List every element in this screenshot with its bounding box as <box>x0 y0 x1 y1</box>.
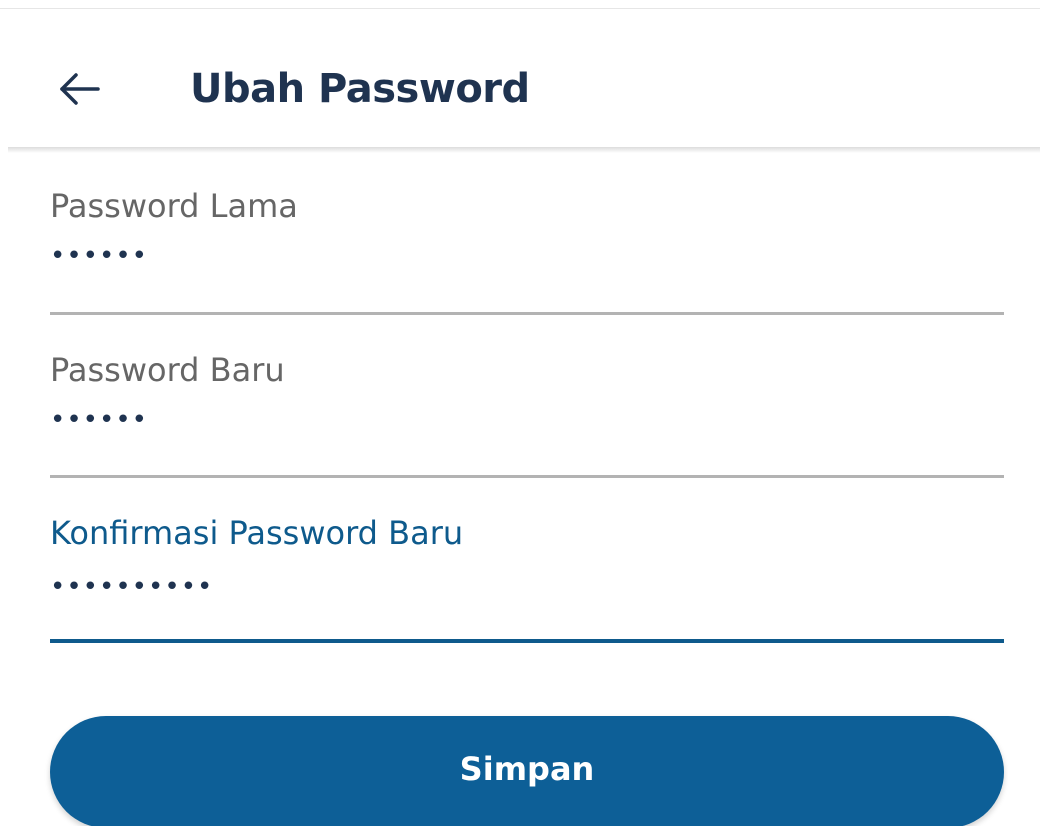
new-password-label: Password Baru <box>50 351 285 389</box>
old-password-underline <box>50 312 1004 315</box>
arrow-left-icon <box>60 73 100 105</box>
save-button-label: Simpan <box>459 750 595 788</box>
new-password-underline <box>50 475 1004 478</box>
app-bar: Ubah Password <box>0 9 1040 150</box>
confirm-password-label: Konfirmasi Password Baru <box>50 514 464 552</box>
old-password-input[interactable] <box>50 236 1004 276</box>
new-password-input[interactable] <box>50 400 1004 440</box>
confirm-password-input[interactable] <box>50 567 1004 607</box>
back-button[interactable] <box>48 57 112 121</box>
confirm-password-field: Konfirmasi Password Baru <box>50 513 1004 645</box>
app-bar-shadow <box>8 147 1040 153</box>
page-title: Ubah Password <box>190 66 530 112</box>
old-password-label: Password Lama <box>50 187 298 225</box>
save-button[interactable]: Simpan <box>50 716 1004 826</box>
confirm-password-underline <box>50 639 1004 643</box>
old-password-field: Password Lama <box>50 186 1004 316</box>
new-password-field: Password Baru <box>50 350 1004 480</box>
